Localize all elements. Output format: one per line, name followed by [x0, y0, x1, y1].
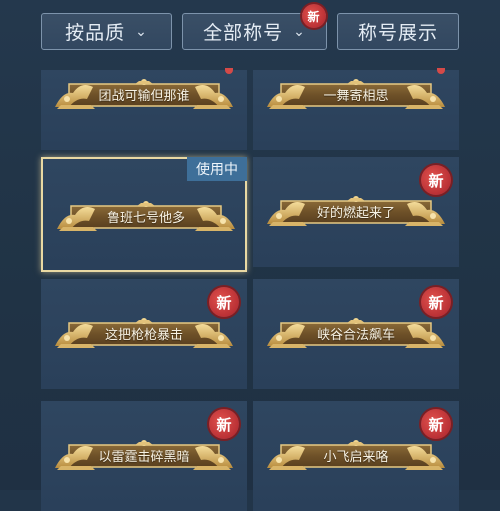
title-name: 鲁班七号他多	[106, 211, 185, 226]
all-titles-filter-label: 全部称号	[203, 22, 284, 44]
chevron-down-icon: ⌄	[135, 23, 148, 40]
title-banner: 以雷霆击碎黑暗	[55, 438, 233, 474]
quality-filter-dropdown[interactable]: 按品质 ⌄	[41, 13, 172, 50]
title-showcase-button[interactable]: 称号展示	[337, 13, 459, 50]
title-showcase-label: 称号展示	[357, 22, 438, 44]
quality-filter-label: 按品质	[65, 22, 126, 44]
title-card[interactable]: 好的燃起来了 新	[253, 157, 459, 267]
title-banner: 一舞寄相思	[267, 77, 445, 113]
in-use-tag: 使用中	[187, 157, 247, 181]
title-card[interactable]: 小飞启来咯 新	[253, 401, 459, 511]
title-name: 小飞启来咯	[323, 450, 389, 465]
title-card[interactable]: 鲁班七号他多 使用中	[41, 157, 247, 272]
title-card[interactable]: 团战可输但那谁	[41, 68, 247, 150]
new-badge-cropped	[437, 68, 445, 74]
title-name: 峡谷合法飙车	[316, 328, 395, 343]
new-badge: 新	[302, 4, 326, 28]
title-banner: 峡谷合法飙车	[267, 316, 445, 352]
new-badge: 新	[421, 287, 451, 317]
title-name: 一舞寄相思	[323, 89, 389, 104]
all-titles-filter-dropdown[interactable]: 全部称号 ⌄ 新	[182, 4, 327, 50]
title-banner: 这把枪枪暴击	[55, 316, 233, 352]
new-badge-cropped	[225, 68, 233, 74]
new-badge: 新	[421, 409, 451, 439]
title-name: 好的燃起来了	[316, 206, 395, 221]
title-banner: 鲁班七号他多	[57, 199, 235, 235]
title-name: 这把枪枪暴击	[104, 328, 183, 343]
title-banner: 团战可输但那谁	[55, 77, 233, 113]
title-name: 以雷霆击碎黑暗	[98, 450, 190, 465]
title-banner: 好的燃起来了	[267, 194, 445, 230]
new-badge: 新	[209, 409, 239, 439]
new-badge: 新	[421, 165, 451, 195]
title-card[interactable]: 峡谷合法飙车 新	[253, 279, 459, 389]
title-card[interactable]: 这把枪枪暴击 新	[41, 279, 247, 389]
new-badge: 新	[209, 287, 239, 317]
title-card[interactable]: 一舞寄相思	[253, 68, 459, 150]
title-card[interactable]: 以雷霆击碎黑暗 新	[41, 401, 247, 511]
title-banner: 小飞启来咯	[267, 438, 445, 474]
chevron-down-icon: ⌄	[293, 23, 306, 40]
title-name: 团战可输但那谁	[98, 89, 190, 104]
